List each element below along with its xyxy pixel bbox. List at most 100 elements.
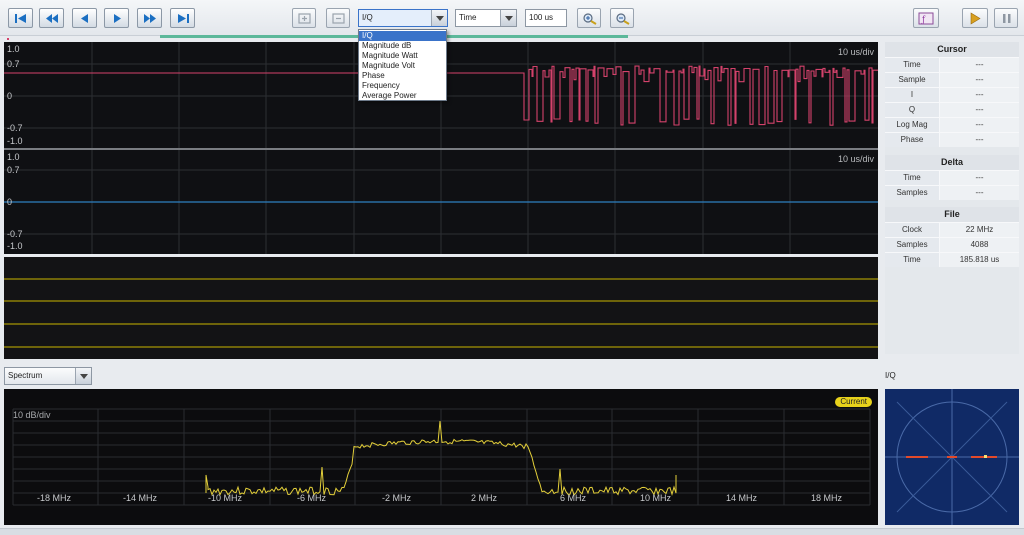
x-tick-label: -18 MHz bbox=[37, 493, 72, 503]
waveform-q-plot[interactable]: 1.0 0.7 0 -0.7 -1.0 10 us/div bbox=[4, 150, 878, 254]
panel-key: Phase bbox=[885, 133, 940, 147]
spectrum-select-value: Spectrum bbox=[8, 371, 43, 380]
view-select[interactable]: I/Q bbox=[358, 9, 448, 27]
skip-to-end-button[interactable] bbox=[170, 8, 195, 28]
panel-key: Time bbox=[885, 171, 940, 185]
app-window: I/Q Time 100 us ƒ 1.0 0.7 0 -0.7 -1.0 10… bbox=[0, 0, 1024, 535]
panel-row: Samples --- bbox=[885, 185, 1019, 200]
menu-item-iq[interactable]: I/Q bbox=[359, 31, 446, 41]
x-tick-label: 10 MHz bbox=[640, 493, 672, 503]
position-marker bbox=[7, 38, 9, 40]
math-function-button[interactable]: ƒ bbox=[913, 8, 939, 28]
panel-key: Samples bbox=[885, 238, 940, 252]
current-badge: Current bbox=[835, 397, 872, 407]
measurement-panel: Cursor Time --- Sample --- I --- Q --- Log Mag --… bbox=[885, 42, 1019, 354]
x-tick-label: 2 MHz bbox=[471, 493, 498, 503]
panel-value: --- bbox=[940, 58, 1019, 72]
panel-row: Time --- bbox=[885, 170, 1019, 185]
skip-to-start-button[interactable] bbox=[8, 8, 33, 28]
panel-value: --- bbox=[940, 73, 1019, 87]
step-back-button[interactable] bbox=[72, 8, 97, 28]
timespan-input[interactable]: 100 us bbox=[525, 9, 567, 27]
zoom-out-button[interactable] bbox=[610, 8, 634, 28]
chevron-down-icon bbox=[431, 10, 447, 26]
panel-key: Clock bbox=[885, 223, 940, 237]
panel-row: Clock 22 MHz bbox=[885, 222, 1019, 237]
digital-lines-plot[interactable] bbox=[4, 257, 878, 359]
panel-value: --- bbox=[940, 103, 1019, 117]
panel-key: Q bbox=[885, 103, 940, 117]
x-tick-label: 6 MHz bbox=[560, 493, 587, 503]
panel-row: Time 185.818 us bbox=[885, 252, 1019, 267]
chevron-down-icon bbox=[75, 368, 91, 384]
panel-key: Time bbox=[885, 58, 940, 72]
x-tick-label: -2 MHz bbox=[382, 493, 411, 503]
constellation-peak bbox=[984, 455, 987, 458]
run-button[interactable] bbox=[962, 8, 988, 28]
menu-item-frequency[interactable]: Frequency bbox=[359, 81, 446, 91]
menu-item-magnitude-db[interactable]: Magnitude dB bbox=[359, 41, 446, 51]
zoom-region-button[interactable] bbox=[292, 8, 316, 28]
panel-key: Log Mag bbox=[885, 118, 940, 132]
constellation-points bbox=[906, 456, 997, 458]
file-section-title: File bbox=[885, 207, 1019, 222]
fast-rewind-icon bbox=[46, 14, 58, 23]
time-scale-label: 10 us/div bbox=[837, 47, 874, 57]
delta-table: Time --- Samples --- bbox=[885, 170, 1019, 200]
constellation-plot[interactable] bbox=[885, 389, 1019, 525]
panel-value: 22 MHz bbox=[940, 223, 1019, 237]
y-tick-label: 0.7 bbox=[7, 165, 20, 175]
y-tick-label: 1.0 bbox=[7, 152, 20, 162]
play-button[interactable] bbox=[104, 8, 129, 28]
panel-row: Time --- bbox=[885, 57, 1019, 72]
status-bar bbox=[0, 528, 1024, 535]
panel-value: --- bbox=[940, 88, 1019, 102]
play-icon bbox=[114, 14, 121, 23]
panel-value: --- bbox=[940, 171, 1019, 185]
delta-section-title: Delta bbox=[885, 155, 1019, 170]
axis-select[interactable]: Time bbox=[455, 9, 517, 27]
panel-key: Time bbox=[885, 253, 940, 267]
panel-value: --- bbox=[940, 133, 1019, 147]
spectrum-select[interactable]: Spectrum bbox=[4, 367, 92, 385]
play-icon bbox=[970, 12, 981, 25]
spectrum-plot[interactable]: 10 dB/div Current -18 MHz -14 MHz -10 MH… bbox=[4, 389, 878, 525]
unzoom-region-button[interactable] bbox=[326, 8, 350, 28]
zoom-region-icon bbox=[298, 13, 311, 24]
skip-to-end-icon bbox=[178, 14, 189, 23]
zoom-in-icon bbox=[583, 13, 597, 25]
menu-item-phase[interactable]: Phase bbox=[359, 71, 446, 81]
y-tick-label: 0 bbox=[7, 197, 13, 207]
axis-select-value: Time bbox=[459, 13, 477, 22]
function-icon: ƒ bbox=[918, 12, 934, 25]
step-back-icon bbox=[81, 14, 88, 23]
skip-to-start-icon bbox=[15, 14, 26, 23]
panel-key: Sample bbox=[885, 73, 940, 87]
fast-forward-button[interactable] bbox=[137, 8, 162, 28]
panel-value: --- bbox=[940, 186, 1019, 200]
fast-forward-icon bbox=[144, 14, 156, 23]
cursor-section-title: Cursor bbox=[885, 42, 1019, 57]
panel-value: 4088 bbox=[940, 238, 1019, 252]
menu-item-magnitude-volt[interactable]: Magnitude Volt bbox=[359, 61, 446, 71]
y-tick-label: 1.0 bbox=[7, 44, 20, 54]
menu-item-magnitude-watt[interactable]: Magnitude Watt bbox=[359, 51, 446, 61]
menu-item-average-power[interactable]: Average Power bbox=[359, 91, 446, 101]
panel-row: I --- bbox=[885, 87, 1019, 102]
timespan-value: 100 us bbox=[529, 13, 554, 22]
scale-label: 10 dB/div bbox=[13, 410, 51, 420]
zoom-out-icon bbox=[616, 13, 630, 25]
time-scale-label: 10 us/div bbox=[837, 154, 874, 164]
x-tick-label: 14 MHz bbox=[726, 493, 758, 503]
chevron-down-icon bbox=[500, 10, 516, 26]
panel-row: Q --- bbox=[885, 102, 1019, 117]
y-tick-label: -0.7 bbox=[7, 123, 23, 133]
zoom-in-button[interactable] bbox=[577, 8, 601, 28]
y-tick-label: -1.0 bbox=[7, 136, 23, 146]
file-table: Clock 22 MHz Samples 4088 Time 185.818 us bbox=[885, 222, 1019, 267]
x-tick-label: -10 MHz bbox=[208, 493, 243, 503]
pause-button[interactable] bbox=[994, 8, 1018, 28]
fast-rewind-button[interactable] bbox=[39, 8, 64, 28]
